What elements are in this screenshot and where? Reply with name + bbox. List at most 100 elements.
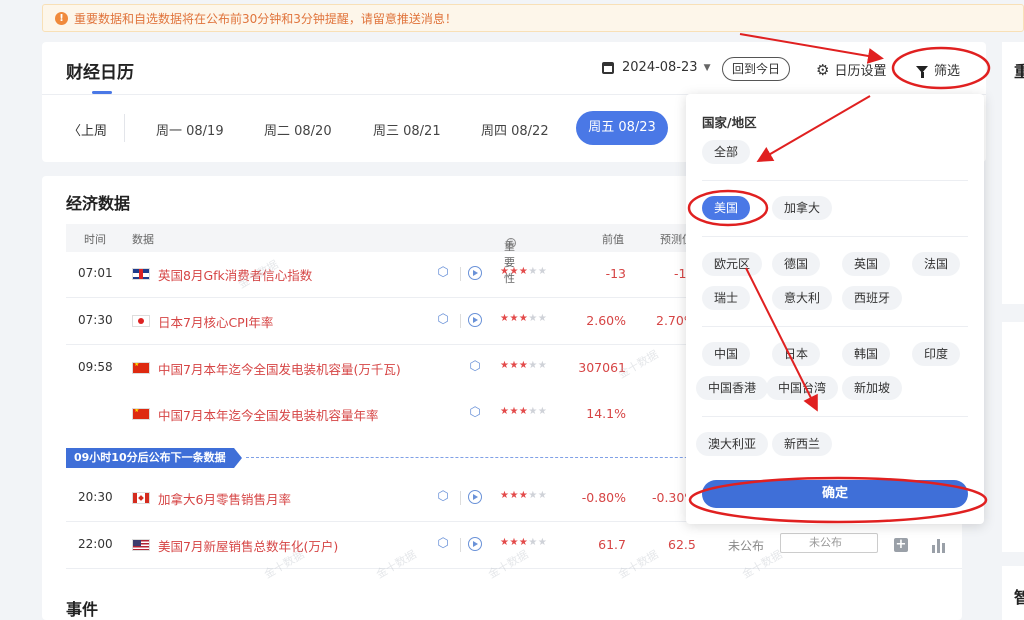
chip-italy[interactable]: 意大利 [772, 286, 833, 310]
caret-down-icon: ▼ [703, 62, 711, 73]
funnel-icon [916, 66, 928, 78]
row-previous: -0.80% [581, 490, 626, 505]
row-separator [460, 314, 461, 328]
row-forecast: -1 [674, 266, 687, 281]
chip-germany[interactable]: 德国 [772, 252, 821, 276]
chip-newzealand[interactable]: 新西兰 [772, 432, 833, 456]
calendar-icon [602, 61, 614, 74]
chip-canada[interactable]: 加拿大 [772, 196, 833, 220]
row-name[interactable]: 英国8月Gfk消费者信心指数 [158, 265, 312, 284]
row-previous: -13 [605, 266, 626, 281]
info-icon[interactable]: i [506, 238, 516, 248]
chip-usa[interactable]: 美国 [702, 196, 751, 220]
day-tab-tue[interactable]: 周二 08/20 [264, 120, 332, 139]
back-to-today-button[interactable]: 回到今日 [722, 57, 791, 81]
chip-france[interactable]: 法国 [912, 252, 961, 276]
actual-value-input[interactable]: 未公布 [780, 533, 878, 553]
row-time: 09:58 [78, 360, 113, 374]
table-row[interactable]: 22:00 美国7月新屋销售总数年化(万户) ⬡ ★★★★★ 61.7 62.5… [66, 523, 962, 569]
row-time: 20:30 [78, 490, 113, 504]
chip-japan[interactable]: 日本 [772, 342, 821, 366]
notice-bar: ! 重要数据和自选数据将在公布前30分钟和3分钟提醒，请留意推送消息！ [42, 4, 1024, 32]
chip-australia[interactable]: 澳大利亚 [696, 432, 769, 456]
chip-eurozone[interactable]: 欧元区 [702, 252, 763, 276]
chip-uk[interactable]: 英国 [842, 252, 891, 276]
chip-switzerland[interactable]: 瑞士 [702, 286, 751, 310]
day-tab-thu[interactable]: 周四 08/22 [481, 120, 549, 139]
col-time: 时间 [84, 233, 106, 246]
importance-stars: ★★★★★ [500, 360, 548, 371]
right-panel: 重 [1002, 42, 1024, 304]
right-panel-middle [1002, 322, 1024, 552]
col-previous: 前值 [602, 233, 624, 246]
calendar-settings-button[interactable]: ⚙ 日历设置 [816, 60, 887, 80]
chevron-left-icon: 〈 [68, 124, 82, 139]
bar-chart-icon[interactable] [932, 539, 946, 553]
importance-stars: ★★★★★ [500, 537, 548, 548]
date-picker[interactable]: 2024-08-23 ▼ [602, 60, 710, 75]
importance-stars: ★★★★★ [500, 266, 548, 277]
flag-china-icon [132, 362, 150, 374]
play-icon[interactable] [468, 266, 482, 280]
row-separator [460, 538, 461, 552]
flag-china-icon [132, 408, 150, 420]
settings-label: 日历设置 [834, 64, 887, 79]
chip-india[interactable]: 印度 [912, 342, 961, 366]
row-name[interactable]: 中国7月本年迄今全国发电装机容量(万千瓦) [158, 359, 401, 378]
panel-divider [702, 236, 968, 237]
gear-icon: ⚙ [816, 60, 830, 79]
right-panel-title: 重 [1014, 62, 1024, 81]
chip-all[interactable]: 全部 [702, 140, 751, 164]
status-unpublished: 未公布 [728, 539, 765, 553]
prev-week-button[interactable]: 〈上周 [68, 120, 107, 139]
filter-button[interactable]: 筛选 [916, 60, 960, 79]
flag-usa-icon [132, 539, 150, 551]
section-title-events: 事件 [66, 600, 99, 619]
day-tab-mon[interactable]: 周一 08/19 [156, 120, 224, 139]
row-separator [460, 491, 461, 505]
row-name[interactable]: 中国7月本年迄今全国发电装机容量年率 [158, 405, 378, 424]
day-tab-fri[interactable]: 周五 08/23 [576, 111, 668, 145]
countdown-tag: 09小时10分后公布下一条数据 [66, 448, 242, 468]
cube-icon[interactable]: ⬡ [436, 313, 450, 327]
row-previous: 61.7 [598, 537, 626, 552]
region-label: 国家/地区 [702, 115, 757, 130]
day-tab-wed[interactable]: 周三 08/21 [373, 120, 441, 139]
row-name[interactable]: 日本7月核心CPI年率 [158, 312, 273, 331]
col-data: 数据 [132, 233, 154, 246]
cube-icon[interactable]: ⬡ [468, 360, 482, 374]
cube-icon[interactable]: ⬡ [436, 490, 450, 504]
notice-text: 重要数据和自选数据将在公布前30分钟和3分钟提醒，请留意推送消息！ [74, 11, 457, 26]
add-icon[interactable]: + [894, 538, 908, 552]
right-panel-bottom: 智 [1002, 566, 1024, 620]
flag-canada-icon [132, 492, 150, 504]
row-previous: 2.60% [586, 313, 626, 328]
play-icon[interactable] [468, 537, 482, 551]
cube-icon[interactable]: ⬡ [436, 537, 450, 551]
cube-icon[interactable]: ⬡ [468, 406, 482, 420]
chip-spain[interactable]: 西班牙 [842, 286, 903, 310]
panel-divider [702, 326, 968, 327]
chip-hongkong[interactable]: 中国香港 [696, 376, 769, 400]
flag-japan-icon [132, 315, 150, 327]
chip-singapore[interactable]: 新加坡 [842, 376, 903, 400]
confirm-button[interactable]: 确定 [702, 480, 968, 508]
panel-divider [702, 180, 968, 181]
section-title-economic: 经济数据 [66, 194, 131, 213]
page-title: 财经日历 [66, 63, 134, 83]
chip-taiwan[interactable]: 中国台湾 [766, 376, 839, 400]
chip-china[interactable]: 中国 [702, 342, 751, 366]
play-icon[interactable] [468, 490, 482, 504]
chip-korea[interactable]: 韩国 [842, 342, 891, 366]
right-panel-bottom-title: 智 [1014, 588, 1024, 607]
row-name[interactable]: 加拿大6月零售销售月率 [158, 489, 291, 508]
row-name[interactable]: 美国7月新屋销售总数年化(万户) [158, 536, 338, 555]
importance-stars: ★★★★★ [500, 490, 548, 501]
row-time: 22:00 [78, 537, 113, 551]
row-previous: 14.1% [586, 406, 626, 421]
row-separator [460, 267, 461, 281]
cube-icon[interactable]: ⬡ [436, 266, 450, 280]
play-icon[interactable] [468, 313, 482, 327]
filter-panel: 国家/地区 全部 美国 加拿大 欧元区 德国 英国 法国 瑞士 意大利 西班牙 … [686, 94, 984, 524]
flag-uk-icon [132, 268, 150, 280]
